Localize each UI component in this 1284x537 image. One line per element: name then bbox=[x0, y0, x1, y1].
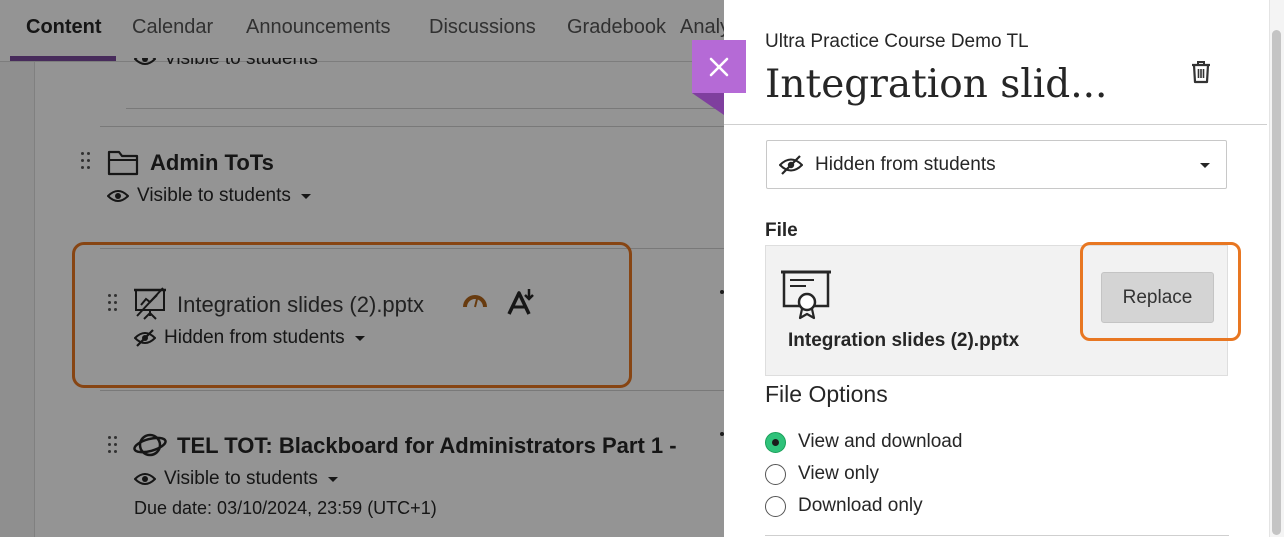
file-section-label: File bbox=[765, 220, 798, 241]
file-options-title: File Options bbox=[765, 381, 888, 407]
presentation-file-icon bbox=[781, 270, 831, 320]
panel-title: Integration slid... bbox=[765, 62, 1108, 107]
panel-course-name: Ultra Practice Course Demo TL bbox=[765, 31, 1029, 52]
highlight-outline bbox=[1080, 242, 1241, 341]
close-icon bbox=[709, 57, 729, 76]
option-label: Download only bbox=[798, 495, 923, 516]
trash-icon[interactable] bbox=[1190, 60, 1212, 84]
divider bbox=[765, 535, 1229, 536]
scrollbar-thumb[interactable] bbox=[1272, 30, 1281, 535]
close-panel-button[interactable] bbox=[692, 40, 746, 93]
option-view-and-download[interactable]: View and download bbox=[765, 431, 962, 453]
chevron-down-icon bbox=[1200, 163, 1210, 168]
visibility-dropdown[interactable]: Hidden from students bbox=[766, 140, 1227, 189]
option-view-only[interactable]: View only bbox=[765, 463, 879, 485]
eye-slash-icon bbox=[779, 154, 803, 175]
option-label: View only bbox=[798, 463, 879, 484]
radio-button[interactable] bbox=[765, 431, 786, 453]
divider bbox=[724, 124, 1267, 125]
radio-button[interactable] bbox=[765, 495, 786, 517]
visibility-dropdown-value: Hidden from students bbox=[815, 153, 996, 175]
option-download-only[interactable]: Download only bbox=[765, 495, 923, 517]
radio-button[interactable] bbox=[765, 463, 786, 485]
item-settings-panel: Ultra Practice Course Demo TL Integratio… bbox=[724, 0, 1284, 537]
option-label: View and download bbox=[798, 431, 963, 452]
close-button-tab-tail bbox=[692, 93, 724, 115]
file-name: Integration slides (2).pptx bbox=[788, 330, 1020, 351]
